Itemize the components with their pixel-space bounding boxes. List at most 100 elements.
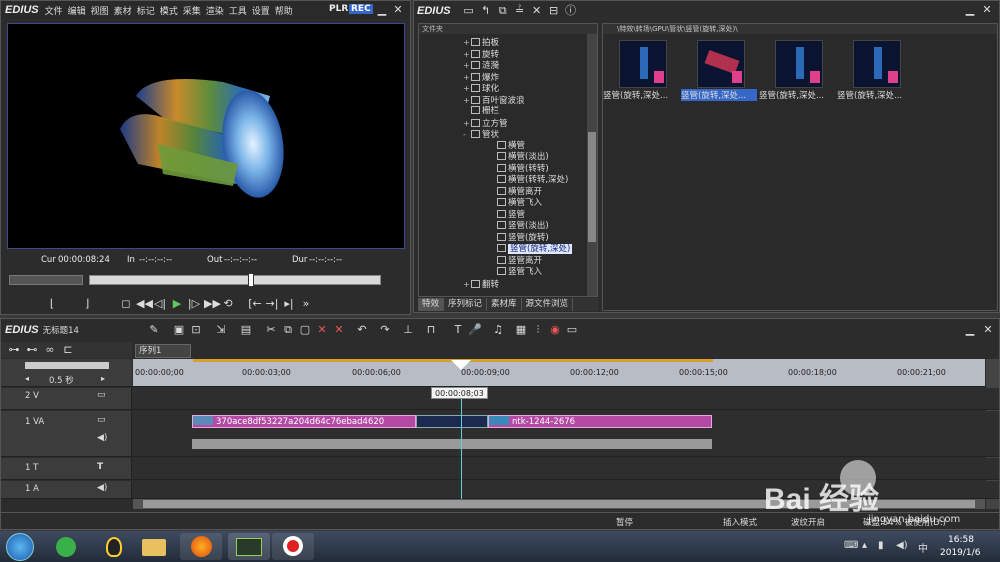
- menu-file[interactable]: 文件: [45, 4, 63, 17]
- zoom-left-icon[interactable]: ◂: [25, 374, 29, 383]
- fast-forward-icon[interactable]: ▶▶: [204, 297, 221, 311]
- folder-tree-item[interactable]: + 立方管: [419, 118, 587, 130]
- shuttle-slider[interactable]: [9, 275, 83, 285]
- folder-tree-item[interactable]: 竖管离开: [419, 255, 587, 268]
- save-icon[interactable]: ▣: [172, 323, 186, 337]
- speaker-icon[interactable]: ◀): [97, 483, 107, 493]
- taskbar-app-browser[interactable]: [44, 533, 86, 560]
- folder-icon[interactable]: ▭: [462, 4, 476, 18]
- timeline-ruler[interactable]: 00:00:00;00 00:00:03;00 00:00:06;00 00:0…: [133, 359, 985, 387]
- folder-tree-item[interactable]: 竖管(旋转,深处): [419, 244, 587, 256]
- position-slider-handle[interactable]: [248, 273, 254, 287]
- menu-mode[interactable]: 模式: [160, 4, 178, 17]
- snap-icon[interactable]: ⊓: [424, 323, 438, 337]
- tree-scrollbar[interactable]: [587, 34, 597, 296]
- more-icon[interactable]: »: [299, 297, 313, 311]
- folder-tree-item[interactable]: 栅栏: [419, 106, 587, 118]
- effect-thumb-3[interactable]: [775, 40, 823, 88]
- undo-icon[interactable]: ↶: [355, 323, 369, 337]
- expand-toggle-icon[interactable]: +: [463, 37, 471, 49]
- effect-thumb-1[interactable]: [619, 40, 667, 88]
- loop-icon[interactable]: ⟲: [221, 297, 235, 311]
- tab-bin[interactable]: 素材库: [487, 298, 522, 311]
- play-icon[interactable]: ▶: [170, 297, 184, 311]
- tray-volume-icon[interactable]: ◀): [896, 540, 908, 551]
- tab-effects[interactable]: 特效: [418, 298, 445, 311]
- tray-network-icon[interactable]: ⌨: [844, 540, 858, 551]
- effects-close-icon[interactable]: ✕: [980, 3, 994, 17]
- split-clip-icon[interactable]: ⊥: [401, 323, 415, 337]
- expand-toggle-icon[interactable]: +: [463, 60, 471, 72]
- folder-tree-item[interactable]: + 球化: [419, 83, 587, 95]
- track-1a-header[interactable]: 1 A ◀): [1, 481, 132, 498]
- tray-power-icon[interactable]: ▮: [878, 540, 884, 551]
- folder-tree-item[interactable]: 横管飞入: [419, 198, 587, 210]
- folder-tree-item[interactable]: + 百叶窗波浪: [419, 95, 587, 107]
- track-2v-toggle-icon[interactable]: ▭: [97, 390, 106, 400]
- folder-tree-item[interactable]: 横管离开: [419, 186, 587, 199]
- track-tool-3-icon[interactable]: ∞: [43, 343, 57, 357]
- stop-icon[interactable]: ◻: [119, 297, 133, 311]
- track-tool-4-icon[interactable]: ⊏: [61, 343, 75, 357]
- title-icon[interactable]: T: [451, 323, 465, 337]
- up-folder-icon[interactable]: ↰: [479, 4, 493, 18]
- folder-tree-item[interactable]: + 翻转: [419, 279, 587, 291]
- rewind-icon[interactable]: ◀◀: [136, 297, 153, 311]
- zoom-right-icon[interactable]: ▸: [101, 374, 105, 383]
- audio-mixer-icon[interactable]: ♫: [491, 323, 505, 337]
- effects-minimize-icon[interactable]: ▁: [963, 3, 977, 17]
- folder-tree-item[interactable]: - 管状: [419, 129, 587, 141]
- plr-button[interactable]: PLR: [329, 4, 348, 14]
- tab-source-browser[interactable]: 源文件浏览: [522, 298, 574, 311]
- folder-tree-item[interactable]: + 拍板: [419, 37, 587, 49]
- folder-tree-item[interactable]: 竖管飞入: [419, 267, 587, 279]
- zoom-slider[interactable]: [25, 362, 109, 369]
- sort-icon[interactable]: ≟: [513, 4, 527, 18]
- menu-marker[interactable]: 标记: [137, 4, 155, 17]
- split-icon[interactable]: ▸|: [282, 297, 296, 311]
- folder-tree-item[interactable]: + 旋转: [419, 49, 587, 61]
- taskbar-app-recorder[interactable]: [272, 533, 314, 560]
- redo-icon[interactable]: ↷: [378, 323, 392, 337]
- folder-tree-item[interactable]: 横管(转转): [419, 163, 587, 176]
- tray-flag-icon[interactable]: ▴: [862, 540, 867, 551]
- expand-toggle-icon[interactable]: -: [463, 129, 471, 141]
- taskbar-app-firefox[interactable]: [180, 533, 222, 560]
- menu-edit[interactable]: 编辑: [68, 4, 86, 17]
- export-icon[interactable]: ⇲: [214, 323, 228, 337]
- start-button[interactable]: [6, 533, 34, 561]
- menu-tools[interactable]: 工具: [229, 4, 247, 17]
- taskbar-app-qq[interactable]: [92, 533, 134, 560]
- rec-button[interactable]: REC: [349, 4, 373, 14]
- taskbar-app-explorer[interactable]: [132, 533, 174, 560]
- track-tool-2-icon[interactable]: ⊷: [25, 343, 39, 357]
- mic-icon[interactable]: 🎤: [468, 323, 482, 337]
- step-forward-icon[interactable]: |▷: [187, 297, 201, 311]
- minimize-icon[interactable]: ▁: [375, 3, 389, 17]
- menu-capture[interactable]: 采集: [183, 4, 201, 17]
- insert-to-timeline-icon[interactable]: [←: [248, 297, 262, 311]
- copy-icon[interactable]: ⧉: [281, 323, 295, 337]
- folder-tree-item[interactable]: 横管(淡出): [419, 152, 587, 164]
- expand-toggle-icon[interactable]: +: [463, 72, 471, 84]
- delete-icon[interactable]: ✕: [530, 4, 544, 18]
- expand-toggle-icon[interactable]: +: [463, 49, 471, 61]
- step-back-icon[interactable]: ◁|: [153, 297, 167, 311]
- playhead-marker[interactable]: [451, 360, 471, 370]
- set-out-icon[interactable]: ⌋: [80, 297, 94, 311]
- effect-thumb-4[interactable]: [853, 40, 901, 88]
- expand-toggle-icon[interactable]: +: [463, 279, 471, 291]
- menu-settings[interactable]: 设置: [252, 4, 270, 17]
- folder-tree-item[interactable]: 横管: [419, 140, 587, 153]
- folder-tree-item[interactable]: 竖管(旋转): [419, 232, 587, 245]
- set-in-icon[interactable]: ⌊: [45, 297, 59, 311]
- properties-icon[interactable]: ⊟: [547, 4, 561, 18]
- view-icon[interactable]: ⧉: [496, 4, 510, 18]
- new-sequence-icon[interactable]: ✎: [147, 323, 161, 337]
- transition-clip[interactable]: [416, 415, 488, 428]
- timeline-clip-2[interactable]: ntk-1244-2676: [488, 415, 712, 428]
- track-2v-header[interactable]: 2 V ▭: [1, 388, 132, 409]
- folder-tree-item[interactable]: + 涟漪: [419, 60, 587, 72]
- folder-tree-item[interactable]: + 爆炸: [419, 72, 587, 84]
- timeline-close-icon[interactable]: ✕: [981, 323, 995, 337]
